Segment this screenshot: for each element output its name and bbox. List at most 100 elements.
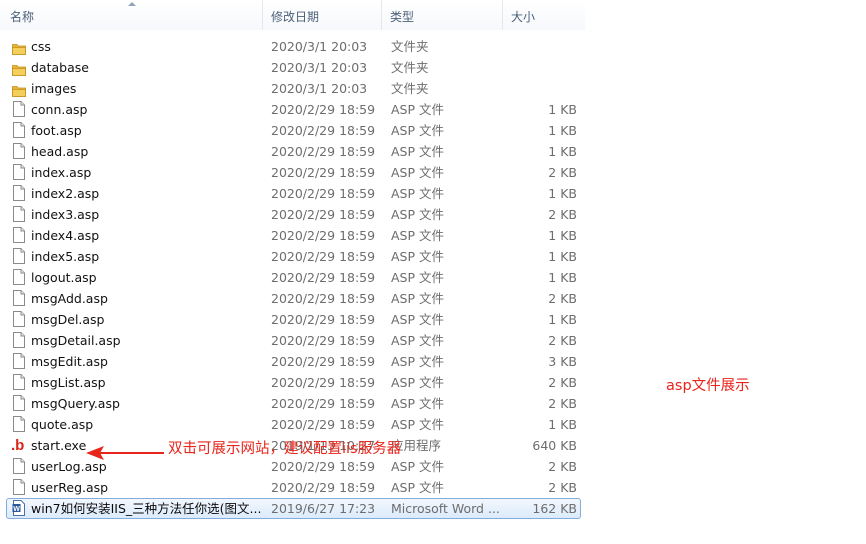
file-date: 2020/2/29 18:59 xyxy=(271,228,376,243)
file-name: quote.asp xyxy=(31,417,94,432)
svg-text:W: W xyxy=(13,506,20,513)
file-icon xyxy=(12,227,26,243)
file-name: msgDel.asp xyxy=(31,312,105,327)
file-row[interactable]: index.asp 2020/2/29 18:59 ASP 文件 2 KB xyxy=(0,162,585,183)
file-type: Microsoft Word ... xyxy=(391,501,500,516)
file-icon xyxy=(12,143,26,159)
file-icon xyxy=(12,122,26,138)
file-row[interactable]: msgDel.asp 2020/2/29 18:59 ASP 文件 1 KB xyxy=(0,309,585,330)
file-name: css xyxy=(31,39,51,54)
file-row[interactable]: Wwin7如何安装IIS_三种方法任你选(图文... 2019/6/27 17:2… xyxy=(0,498,585,519)
file-type: ASP 文件 xyxy=(391,396,444,411)
sort-ascending-icon xyxy=(128,2,136,6)
file-name: database xyxy=(31,60,89,75)
file-row[interactable]: quote.asp 2020/2/29 18:59 ASP 文件 1 KB xyxy=(0,414,585,435)
file-size: 2 KB xyxy=(548,480,577,495)
file-row[interactable]: index2.asp 2020/2/29 18:59 ASP 文件 1 KB xyxy=(0,183,585,204)
file-type: ASP 文件 xyxy=(391,480,444,495)
file-row[interactable]: msgQuery.asp 2020/2/29 18:59 ASP 文件 2 KB xyxy=(0,393,585,414)
file-type: ASP 文件 xyxy=(391,186,444,201)
file-date: 2020/2/29 18:59 xyxy=(271,123,376,138)
file-size: 1 KB xyxy=(548,270,577,285)
file-name: conn.asp xyxy=(31,102,88,117)
file-icon xyxy=(12,101,26,117)
file-name: win7如何安装IIS_三种方法任你选(图文... xyxy=(31,501,262,516)
file-size: 2 KB xyxy=(548,333,577,348)
file-date: 2020/2/29 18:59 xyxy=(271,354,376,369)
file-row[interactable]: foot.asp 2020/2/29 18:59 ASP 文件 1 KB xyxy=(0,120,585,141)
file-size: 1 KB xyxy=(548,312,577,327)
file-date: 2020/2/29 18:59 xyxy=(271,291,376,306)
file-date: 2020/2/29 18:59 xyxy=(271,375,376,390)
column-header-size[interactable]: 大小 xyxy=(503,0,585,30)
file-row[interactable]: database 2020/3/1 20:03 文件夹 xyxy=(0,57,585,78)
file-type: ASP 文件 xyxy=(391,165,444,180)
file-type: ASP 文件 xyxy=(391,354,444,369)
file-row[interactable]: msgEdit.asp 2020/2/29 18:59 ASP 文件 3 KB xyxy=(0,351,585,372)
file-icon xyxy=(12,248,26,264)
file-row[interactable]: head.asp 2020/2/29 18:59 ASP 文件 1 KB xyxy=(0,141,585,162)
file-type: ASP 文件 xyxy=(391,249,444,264)
file-name: index5.asp xyxy=(31,249,100,264)
file-name: index.asp xyxy=(31,165,92,180)
file-name: start.exe xyxy=(31,438,87,453)
column-header-date[interactable]: 修改日期 xyxy=(263,0,382,30)
file-icon xyxy=(12,479,26,495)
file-row[interactable]: msgList.asp 2020/2/29 18:59 ASP 文件 2 KB xyxy=(0,372,585,393)
file-row[interactable]: index3.asp 2020/2/29 18:59 ASP 文件 2 KB xyxy=(0,204,585,225)
column-header-type[interactable]: 类型 xyxy=(382,0,503,30)
file-date: 2020/2/29 18:59 xyxy=(271,396,376,411)
file-icon xyxy=(12,353,26,369)
folder-icon xyxy=(12,80,26,97)
file-icon xyxy=(12,395,26,411)
file-type: ASP 文件 xyxy=(391,207,444,222)
file-size: 1 KB xyxy=(548,144,577,159)
file-row[interactable]: userReg.asp 2020/2/29 18:59 ASP 文件 2 KB xyxy=(0,477,585,498)
file-name: foot.asp xyxy=(31,123,82,138)
file-size: 640 KB xyxy=(532,438,577,453)
file-size: 1 KB xyxy=(548,417,577,432)
file-type: ASP 文件 xyxy=(391,312,444,327)
file-date: 2020/2/29 18:59 xyxy=(271,144,376,159)
file-size: 2 KB xyxy=(548,207,577,222)
file-size: 2 KB xyxy=(548,291,577,306)
file-date: 2020/2/29 18:59 xyxy=(271,459,376,474)
file-size: 2 KB xyxy=(548,375,577,390)
file-icon xyxy=(12,374,26,390)
file-row[interactable]: msgDetail.asp 2020/2/29 18:59 ASP 文件 2 KB xyxy=(0,330,585,351)
file-row[interactable]: index4.asp 2020/2/29 18:59 ASP 文件 1 KB xyxy=(0,225,585,246)
file-icon xyxy=(12,269,26,285)
file-size: 2 KB xyxy=(548,459,577,474)
file-type: ASP 文件 xyxy=(391,459,444,474)
file-row[interactable]: logout.asp 2020/2/29 18:59 ASP 文件 1 KB xyxy=(0,267,585,288)
file-icon xyxy=(12,290,26,306)
file-type: ASP 文件 xyxy=(391,123,444,138)
file-icon xyxy=(12,458,26,474)
file-row[interactable]: msgAdd.asp 2020/2/29 18:59 ASP 文件 2 KB xyxy=(0,288,585,309)
file-icon xyxy=(12,185,26,201)
file-size: 2 KB xyxy=(548,396,577,411)
folder-icon xyxy=(12,38,26,55)
file-type: 文件夹 xyxy=(391,60,429,75)
file-row[interactable]: css 2020/3/1 20:03 文件夹 xyxy=(0,36,585,57)
file-type: ASP 文件 xyxy=(391,102,444,117)
file-size: 3 KB xyxy=(548,354,577,369)
file-size: 1 KB xyxy=(548,186,577,201)
file-type: 文件夹 xyxy=(391,81,429,96)
file-date: 2020/2/29 18:59 xyxy=(271,312,376,327)
file-row[interactable]: index5.asp 2020/2/29 18:59 ASP 文件 1 KB xyxy=(0,246,585,267)
file-name: msgDetail.asp xyxy=(31,333,121,348)
file-size: 1 KB xyxy=(548,102,577,117)
file-name: index4.asp xyxy=(31,228,100,243)
file-type: ASP 文件 xyxy=(391,375,444,390)
file-type: ASP 文件 xyxy=(391,333,444,348)
file-icon xyxy=(12,206,26,222)
file-icon xyxy=(12,416,26,432)
folder-icon xyxy=(12,59,26,76)
file-size: 1 KB xyxy=(548,123,577,138)
file-row[interactable]: conn.asp 2020/2/29 18:59 ASP 文件 1 KB xyxy=(0,99,585,120)
file-row[interactable]: images 2020/3/1 20:03 文件夹 xyxy=(0,78,585,99)
exe-icon: .b xyxy=(11,437,25,454)
file-name: index2.asp xyxy=(31,186,100,201)
file-date: 2020/2/29 18:59 xyxy=(271,102,376,117)
